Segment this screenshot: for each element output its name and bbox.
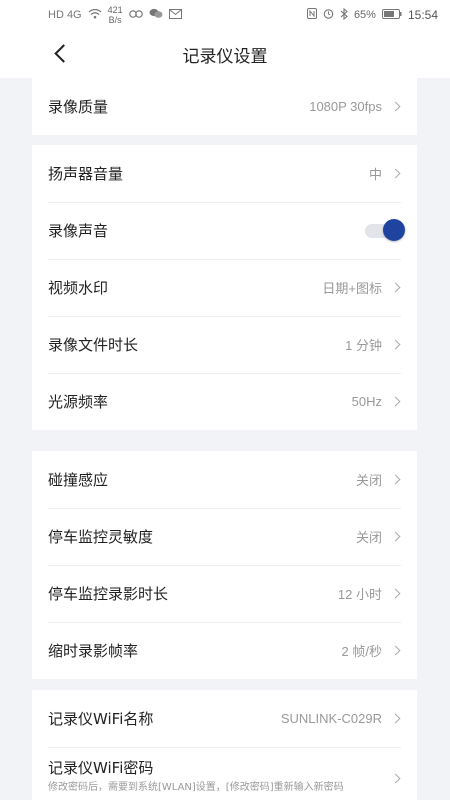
notification-app-icon	[128, 9, 143, 22]
setting-label: 停车监控录影时长	[48, 585, 169, 603]
setting-value: 50Hz	[351, 394, 382, 409]
setting-file-duration[interactable]: 录像文件时长 1 分钟	[32, 316, 417, 373]
setting-record-audio: 录像声音	[32, 202, 417, 259]
page-title: 记录仪设置	[182, 46, 268, 67]
chevron-right-icon	[390, 773, 401, 783]
setting-label: 停车监控灵敏度	[48, 528, 154, 546]
setting-collision-sensing[interactable]: 碰撞感应 关闭	[32, 451, 417, 508]
mail-icon	[168, 8, 182, 22]
chevron-right-icon	[390, 282, 401, 293]
nfc-icon	[306, 8, 317, 22]
settings-group-wifi: 记录仪WiFi名称 SUNLINK-C029R 记录仪WiFi密码 修改密码后，…	[32, 690, 417, 800]
setting-value: 日期+图标	[322, 281, 382, 296]
settings-group-recording: 扬声器音量 中 录像声音 视频水印 日期+图标 录像文件时长 1 分钟 光源频率…	[32, 145, 417, 430]
chevron-right-icon	[390, 474, 401, 485]
nav-bar: 记录仪设置	[0, 30, 450, 78]
setting-value: 12 小时	[337, 587, 382, 602]
setting-speaker-volume[interactable]: 扬声器音量 中	[32, 145, 417, 202]
alarm-icon	[323, 8, 334, 22]
record-audio-toggle[interactable]	[365, 218, 405, 241]
chevron-right-icon	[390, 531, 401, 542]
setting-label: 记录仪WiFi名称	[48, 710, 154, 728]
chevron-right-icon	[390, 588, 401, 599]
setting-parking-sensitivity[interactable]: 停车监控灵敏度 关闭	[32, 508, 417, 565]
setting-value: 中	[368, 167, 382, 182]
chevron-right-icon	[390, 645, 401, 656]
toggle-knob	[383, 218, 405, 241]
setting-label: 缩时录影帧率	[48, 642, 139, 660]
setting-label: 光源频率	[48, 393, 109, 411]
setting-value: SUNLINK-C029R	[280, 711, 382, 726]
setting-video-quality[interactable]: 录像质量 1080P 30fps	[32, 78, 417, 135]
chevron-right-icon	[390, 396, 401, 407]
setting-timelapse-framerate[interactable]: 缩时录影帧率 2 帧/秒	[32, 622, 417, 679]
setting-video-watermark[interactable]: 视频水印 日期+图标	[32, 259, 417, 316]
setting-value: 关闭	[355, 530, 382, 545]
setting-value: 1 分钟	[345, 338, 382, 353]
battery-level: 65%	[353, 9, 376, 21]
setting-value: 2 帧/秒	[341, 644, 382, 659]
setting-hint: 修改密码后，需要到系统[WLAN]设置，[修改密码]重新输入新密码	[48, 782, 344, 793]
setting-label: 记录仪WiFi密码	[48, 759, 154, 777]
setting-label: 碰撞感应	[48, 471, 109, 489]
battery-icon	[381, 8, 402, 22]
setting-parking-duration[interactable]: 停车监控录影时长 12 小时	[32, 565, 417, 622]
setting-value: 关闭	[355, 473, 382, 488]
status-bar: HD 4G 421 B/s 65% 15:54	[0, 0, 450, 30]
settings-group-video-quality: 录像质量 1080P 30fps	[32, 78, 417, 135]
setting-light-frequency[interactable]: 光源频率 50Hz	[32, 373, 417, 430]
setting-label: 录像声音	[48, 222, 109, 240]
network-speed: 421 B/s	[107, 5, 123, 25]
setting-label: 视频水印	[48, 279, 109, 297]
setting-value: 1080P 30fps	[309, 99, 382, 114]
back-button[interactable]	[48, 38, 78, 68]
wechat-icon	[149, 8, 163, 22]
bluetooth-icon	[340, 7, 348, 23]
clock: 15:54	[407, 8, 438, 22]
signal-icon: HD 4G	[48, 9, 82, 21]
setting-label: 扬声器音量	[48, 165, 124, 183]
chevron-right-icon	[390, 101, 401, 112]
chevron-right-icon	[390, 713, 401, 724]
setting-label: 录像文件时长	[48, 336, 139, 354]
setting-label: 录像质量	[48, 98, 109, 116]
chevron-right-icon	[390, 339, 401, 350]
setting-wifi-name[interactable]: 记录仪WiFi名称 SUNLINK-C029R	[32, 690, 417, 747]
wifi-icon	[88, 8, 102, 22]
chevron-right-icon	[390, 168, 401, 179]
settings-group-parking: 碰撞感应 关闭 停车监控灵敏度 关闭 停车监控录影时长 12 小时 缩时录影帧率…	[32, 451, 417, 679]
setting-wifi-password[interactable]: 记录仪WiFi密码 修改密码后，需要到系统[WLAN]设置，[修改密码]重新输入…	[32, 747, 417, 800]
